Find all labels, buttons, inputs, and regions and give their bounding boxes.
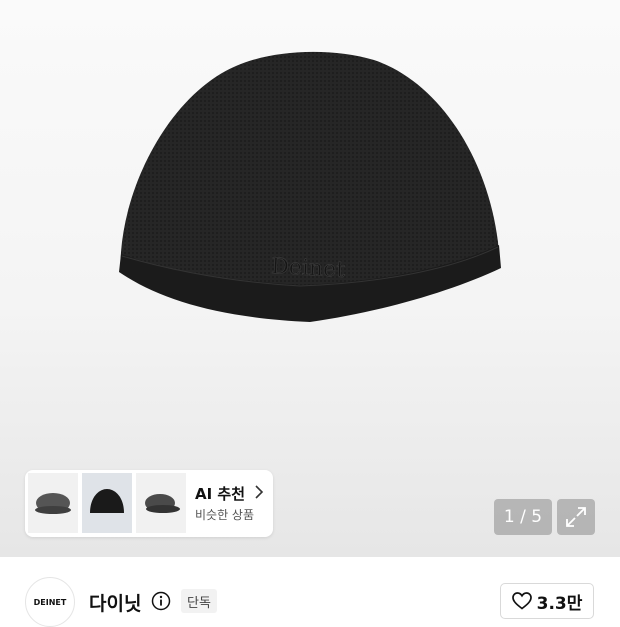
beanie-icon xyxy=(90,489,124,513)
heart-icon xyxy=(511,592,532,610)
thumbnail-black-beanie[interactable] xyxy=(82,473,132,533)
ai-recommend-subtitle: 비슷한 상품 xyxy=(195,508,255,522)
expand-icon xyxy=(566,507,586,527)
embroidery-text: Deinet xyxy=(271,254,346,283)
like-button[interactable]: 3.3만 xyxy=(500,583,594,619)
flat-cap-icon xyxy=(145,494,180,513)
ai-recommendation-card[interactable]: AI 추천 비슷한 상품 xyxy=(25,470,273,537)
exclusive-badge: 단독 xyxy=(181,589,217,613)
info-icon[interactable] xyxy=(151,591,171,611)
image-counter: 1 / 5 xyxy=(494,499,552,535)
cap-icon xyxy=(35,493,71,514)
chevron-right-icon xyxy=(255,485,264,499)
thumbnail-gray-newsboy-cap[interactable] xyxy=(28,473,78,533)
brand-name[interactable]: 다이닛 xyxy=(89,589,141,616)
ai-recommend-title: AI 추천 xyxy=(195,485,246,503)
product-image-gallery[interactable]: Deinet AI 추천 비슷한 상품 1 / 5 xyxy=(0,0,620,557)
expand-button[interactable] xyxy=(557,499,595,535)
thumbnail-gray-flat-cap[interactable] xyxy=(136,473,186,533)
like-count: 3.3만 xyxy=(536,593,583,614)
